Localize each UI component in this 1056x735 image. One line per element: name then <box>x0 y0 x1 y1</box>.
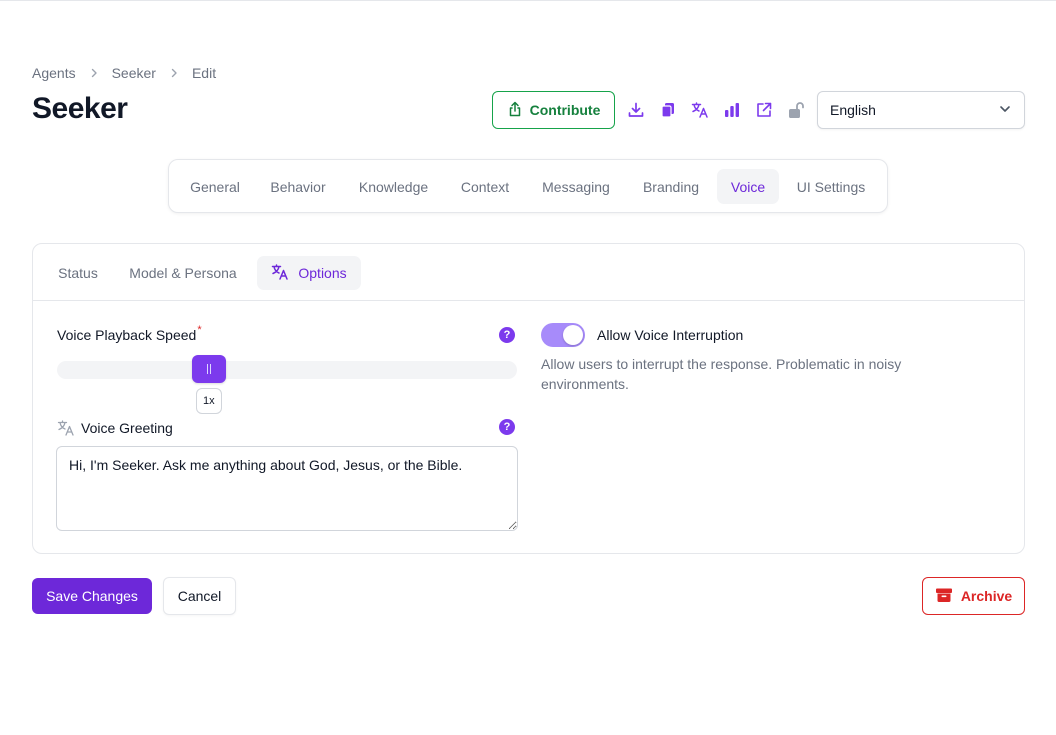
required-marker: * <box>197 324 202 336</box>
allow-interruption-label: Allow Voice Interruption <box>597 327 744 343</box>
breadcrumb-edit: Edit <box>191 65 217 81</box>
download-icon[interactable] <box>625 99 647 121</box>
playback-speed-label: Voice Playback Speed * <box>57 324 202 343</box>
toggle-knob <box>563 325 583 345</box>
tab-context[interactable]: Context <box>448 169 522 204</box>
external-link-icon[interactable] <box>753 99 775 121</box>
copy-icon[interactable] <box>657 99 679 121</box>
tab-behavior[interactable]: Behavior <box>257 169 339 204</box>
subtab-options[interactable]: Options <box>257 256 361 290</box>
contribute-button[interactable]: Contribute <box>492 91 615 129</box>
tab-voice[interactable]: Voice <box>717 169 779 204</box>
subtab-status[interactable]: Status <box>43 256 113 290</box>
subtab-model-persona[interactable]: Model & Persona <box>117 256 249 290</box>
translate-icon <box>271 263 289 284</box>
tab-branding[interactable]: Branding <box>630 169 712 204</box>
unlock-icon[interactable] <box>785 99 807 121</box>
tab-messaging[interactable]: Messaging <box>528 169 624 204</box>
language-value: English <box>830 102 876 118</box>
bar-chart-icon[interactable] <box>721 99 743 121</box>
translate-icon[interactable] <box>689 99 711 121</box>
voice-greeting-textarea[interactable]: Hi, I'm Seeker. Ask me anything about Go… <box>56 446 518 531</box>
playback-speed-slider[interactable] <box>57 355 517 383</box>
archive-label: Archive <box>960 588 1013 604</box>
subtab-options-label: Options <box>298 265 347 281</box>
playback-speed-label-text: Voice Playback Speed <box>57 327 197 343</box>
chevron-right-icon <box>168 67 180 79</box>
tab-ui-settings[interactable]: UI Settings <box>784 169 878 204</box>
page-title: Seeker <box>32 92 128 125</box>
tab-general[interactable]: General <box>180 169 250 204</box>
contribute-label: Contribute <box>529 102 601 118</box>
help-icon[interactable]: ? <box>499 327 515 343</box>
help-icon[interactable]: ? <box>499 419 515 435</box>
archive-icon <box>935 587 953 606</box>
voice-options-panel: Status Model & Persona Options Voice Pla… <box>32 243 1025 554</box>
chevron-right-icon <box>88 67 100 79</box>
tab-knowledge[interactable]: Knowledge <box>345 169 442 204</box>
breadcrumb-seeker[interactable]: Seeker <box>112 65 156 81</box>
breadcrumb-agents[interactable]: Agents <box>32 65 76 81</box>
chevron-down-icon <box>998 102 1012 119</box>
allow-interruption-toggle[interactable] <box>541 323 585 347</box>
top-border <box>0 0 1056 1</box>
language-select[interactable]: English <box>817 91 1025 129</box>
voice-greeting-label: Voice Greeting <box>57 419 173 437</box>
slider-thumb[interactable] <box>191 355 226 383</box>
slider-value-badge: 1x <box>195 388 222 414</box>
translate-icon <box>57 419 75 437</box>
archive-button[interactable]: Archive <box>922 577 1025 615</box>
save-changes-button[interactable]: Save Changes <box>32 578 152 614</box>
voice-greeting-label-text: Voice Greeting <box>81 420 173 436</box>
sub-tabs: Status Model & Persona Options <box>33 244 1024 301</box>
share-upload-icon <box>507 101 523 120</box>
allow-interruption-description: Allow users to interrupt the response. P… <box>541 356 902 392</box>
breadcrumb: Agents Seeker Edit <box>32 65 216 81</box>
cancel-button[interactable]: Cancel <box>163 577 236 615</box>
main-tabs: General Behavior Knowledge Context Messa… <box>168 159 888 213</box>
